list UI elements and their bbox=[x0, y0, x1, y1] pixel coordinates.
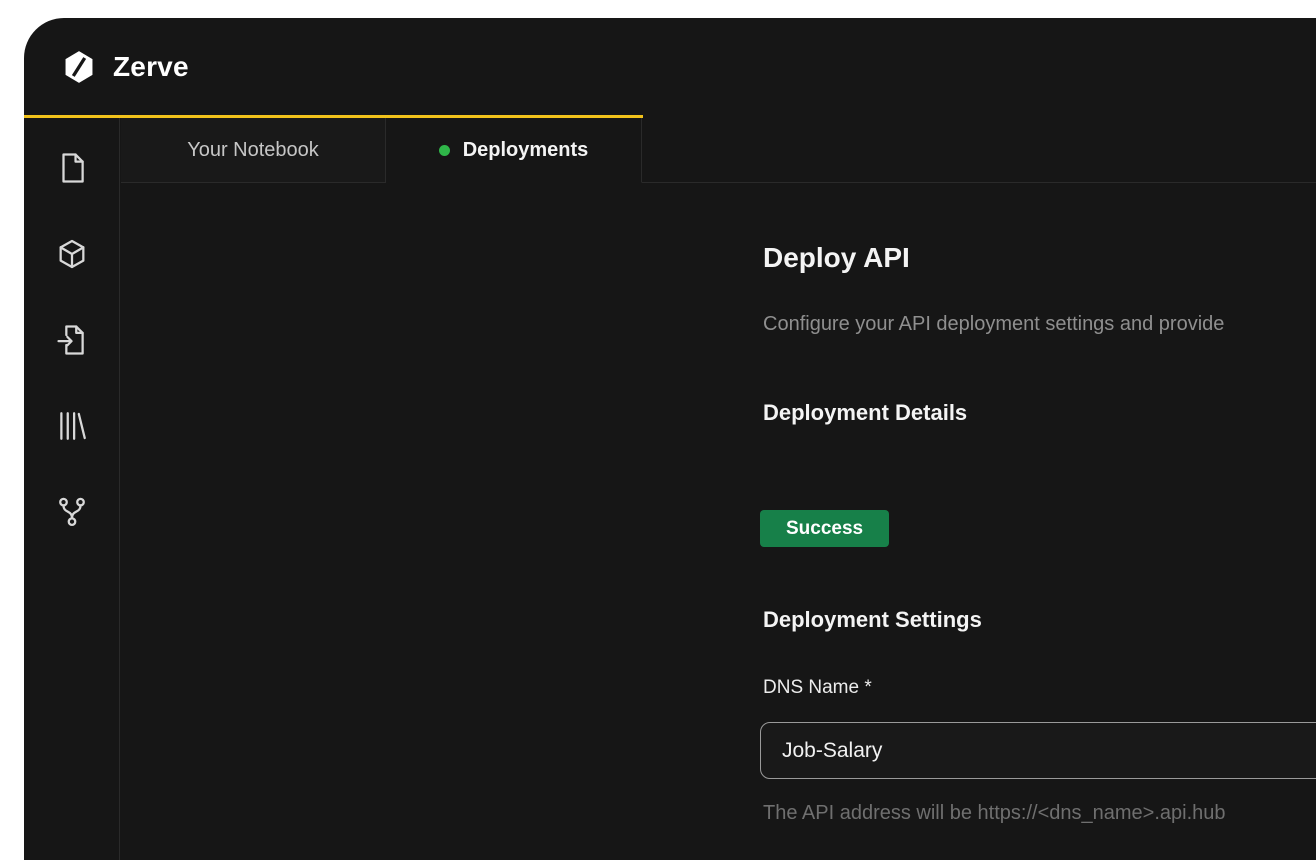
app-window: Zerve bbox=[24, 18, 1316, 860]
dns-helper-text: The API address will be https://<dns_nam… bbox=[763, 802, 1226, 825]
dns-name-input[interactable] bbox=[760, 722, 1316, 779]
active-tab-dot-icon bbox=[439, 145, 450, 156]
tab-bar-empty-area bbox=[642, 118, 1316, 183]
sidebar-item-library[interactable] bbox=[52, 408, 92, 444]
sidebar-item-files[interactable] bbox=[52, 150, 92, 186]
deployment-details-heading: Deployment Details bbox=[763, 400, 967, 426]
dns-name-label: DNS Name * bbox=[763, 677, 872, 699]
tab-your-notebook-label: Your Notebook bbox=[187, 139, 319, 162]
app-header: Zerve bbox=[24, 18, 1316, 115]
brand-name: Zerve bbox=[113, 51, 189, 83]
file-icon bbox=[55, 151, 89, 185]
tab-your-notebook[interactable]: Your Notebook bbox=[121, 118, 386, 183]
sidebar-item-blocks[interactable] bbox=[52, 236, 92, 272]
sidebar-item-git[interactable] bbox=[52, 494, 92, 530]
tab-bar: Your Notebook Deployments bbox=[121, 118, 1316, 183]
deploy-api-title: Deploy API bbox=[763, 242, 910, 274]
git-branch-icon bbox=[55, 495, 89, 529]
status-badge: Success bbox=[760, 510, 889, 547]
sidebar-item-export[interactable] bbox=[52, 322, 92, 358]
tab-deployments-label: Deployments bbox=[463, 139, 589, 162]
deploy-api-description: Configure your API deployment settings a… bbox=[763, 313, 1224, 336]
cube-icon bbox=[55, 237, 89, 271]
tab-deployments[interactable]: Deployments bbox=[386, 118, 642, 183]
library-icon bbox=[55, 409, 89, 443]
file-import-icon bbox=[55, 323, 89, 357]
sidebar bbox=[24, 118, 120, 860]
deployment-settings-heading: Deployment Settings bbox=[763, 607, 982, 633]
zerve-logo-icon[interactable] bbox=[60, 48, 98, 86]
